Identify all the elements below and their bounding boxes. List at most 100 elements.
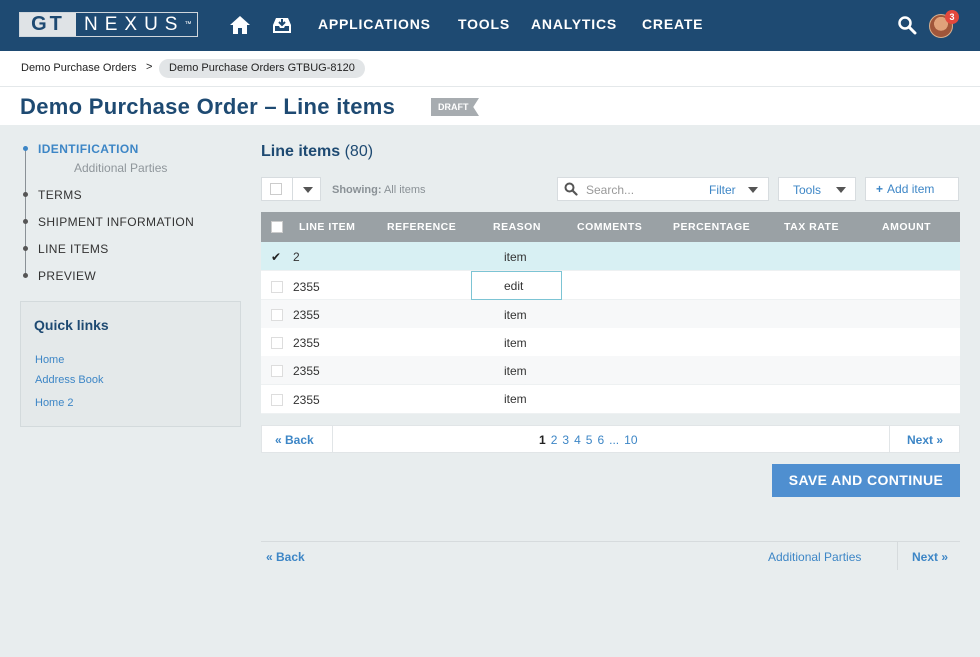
cell-line-item: 2 bbox=[293, 250, 300, 264]
table-row[interactable]: 2355 item bbox=[261, 328, 960, 357]
plus-icon: + bbox=[876, 182, 884, 196]
table-row[interactable]: ✔ 2 item bbox=[261, 242, 960, 271]
logo-nexus-word: NEXUS bbox=[84, 13, 185, 35]
cell-line-item: 2355 bbox=[293, 336, 320, 350]
quick-link-address-book[interactable]: Address Book bbox=[35, 374, 103, 386]
gt-nexus-logo[interactable]: GT NEXUS ™ bbox=[19, 12, 198, 37]
home-icon[interactable] bbox=[229, 14, 251, 36]
step-line-items[interactable]: LINE ITEMS bbox=[38, 242, 109, 256]
cell-line-item: 2355 bbox=[293, 364, 320, 378]
chevron-down-icon[interactable] bbox=[748, 187, 758, 193]
cell-reason: item bbox=[504, 364, 527, 378]
logo-nexus-text: NEXUS ™ bbox=[76, 13, 197, 36]
table-row[interactable]: 2355 edit bbox=[261, 271, 960, 300]
page-3[interactable]: 3 bbox=[562, 433, 569, 447]
status-badge: DRAFT bbox=[431, 98, 479, 116]
column-percentage[interactable]: PERCENTAGE bbox=[673, 221, 750, 233]
step-shipment-information[interactable]: SHIPMENT INFORMATION bbox=[38, 215, 194, 229]
quick-link-home[interactable]: Home bbox=[35, 354, 64, 366]
column-comments[interactable]: COMMENTS bbox=[577, 221, 642, 233]
search-icon[interactable] bbox=[897, 15, 917, 35]
page-4[interactable]: 4 bbox=[574, 433, 581, 447]
showing-value: All items bbox=[383, 184, 426, 196]
page-10[interactable]: 10 bbox=[624, 433, 637, 447]
bulk-select-dropdown[interactable] bbox=[261, 177, 321, 201]
showing-filter-text: Showing: All items bbox=[332, 184, 426, 196]
cell-reason: item bbox=[504, 336, 527, 350]
table-header: LINE ITEM REFERENCE REASON COMMENTS PERC… bbox=[261, 212, 960, 242]
notification-badge[interactable]: 3 bbox=[945, 10, 959, 24]
row-checkbox[interactable] bbox=[271, 281, 283, 293]
row-checkbox[interactable] bbox=[271, 309, 283, 321]
line-items-title: Line items (80) bbox=[261, 143, 373, 161]
reason-edit-input[interactable]: edit bbox=[471, 271, 562, 300]
column-line-item[interactable]: LINE ITEM bbox=[299, 221, 355, 233]
step-dot-shipment bbox=[23, 219, 28, 224]
search-icon bbox=[564, 182, 578, 196]
logo-tm: ™ bbox=[184, 21, 192, 28]
select-all-checkbox[interactable] bbox=[271, 221, 283, 233]
step-terms[interactable]: TERMS bbox=[38, 188, 82, 202]
filter-button[interactable]: Filter bbox=[709, 183, 736, 197]
reason-edit-value: edit bbox=[504, 279, 524, 293]
page-ellipsis[interactable]: ... bbox=[609, 433, 619, 447]
inbox-tray-icon[interactable] bbox=[271, 14, 293, 36]
search-input[interactable]: Search... Filter bbox=[557, 177, 769, 201]
row-checkbox-checked[interactable]: ✔ bbox=[271, 251, 283, 263]
nav-tools[interactable]: TOOLS bbox=[458, 16, 510, 32]
tools-label: Tools bbox=[793, 183, 822, 197]
add-item-button[interactable]: + Add item bbox=[865, 177, 959, 201]
table-row[interactable]: 2355 item bbox=[261, 385, 960, 414]
step-additional-parties[interactable]: Additional Parties bbox=[74, 161, 167, 175]
nav-applications[interactable]: APPLICATIONS bbox=[318, 16, 431, 32]
row-checkbox[interactable] bbox=[271, 394, 283, 406]
nav-create[interactable]: CREATE bbox=[642, 16, 703, 32]
cell-reason: item bbox=[504, 250, 527, 264]
search-placeholder: Search... bbox=[586, 183, 635, 197]
step-identification[interactable]: IDENTIFICATION bbox=[38, 142, 139, 156]
column-tax-rate[interactable]: TAX RATE bbox=[784, 221, 839, 233]
table-row[interactable]: 2355 item bbox=[261, 356, 960, 385]
line-items-label: Line items bbox=[261, 143, 341, 160]
quick-links-title: Quick links bbox=[34, 317, 109, 333]
step-preview[interactable]: PREVIEW bbox=[38, 269, 96, 283]
column-amount[interactable]: AMOUNT bbox=[882, 221, 931, 233]
cell-line-item: 2355 bbox=[293, 280, 320, 294]
page-1[interactable]: 1 bbox=[539, 433, 546, 447]
page-2[interactable]: 2 bbox=[551, 433, 558, 447]
save-and-continue-button[interactable]: SAVE AND CONTINUE bbox=[772, 464, 960, 497]
row-checkbox[interactable] bbox=[271, 365, 283, 377]
pagination-back-link[interactable]: « Back bbox=[275, 433, 314, 447]
pagination: « Back 1 2 3 4 5 6... 10 Next » bbox=[261, 425, 960, 453]
footer-next-link[interactable]: Next » bbox=[912, 550, 948, 564]
row-checkbox[interactable] bbox=[271, 337, 283, 349]
column-reason[interactable]: REASON bbox=[493, 221, 541, 233]
bulk-select-checkbox[interactable] bbox=[270, 183, 282, 195]
logo-gt-text: GT bbox=[20, 13, 76, 36]
column-reference[interactable]: REFERENCE bbox=[387, 221, 456, 233]
quick-link-home-2[interactable]: Home 2 bbox=[35, 397, 74, 409]
page-5[interactable]: 5 bbox=[586, 433, 593, 447]
breadcrumb-current: Demo Purchase Orders GTBUG-8120 bbox=[159, 59, 365, 78]
table-row[interactable]: 2355 item bbox=[261, 300, 960, 329]
step-dot-line-items bbox=[23, 246, 28, 251]
pagination-next-link[interactable]: Next » bbox=[907, 433, 943, 447]
chevron-down-icon[interactable] bbox=[303, 187, 313, 193]
cell-line-item: 2355 bbox=[293, 393, 320, 407]
breadcrumb-separator: > bbox=[146, 61, 153, 73]
breadcrumb-parent-link[interactable]: Demo Purchase Orders bbox=[21, 62, 137, 74]
pagination-divider bbox=[889, 426, 890, 452]
steps-timeline-line bbox=[25, 148, 26, 275]
nav-analytics[interactable]: ANALYTICS bbox=[531, 16, 617, 32]
footer-back-link[interactable]: « Back bbox=[266, 550, 305, 564]
pagination-divider bbox=[332, 426, 333, 452]
line-items-count: (80) bbox=[344, 143, 374, 160]
footer-next-step-label[interactable]: Additional Parties bbox=[768, 550, 861, 564]
page-6[interactable]: 6 bbox=[597, 433, 604, 447]
cell-line-item: 2355 bbox=[293, 308, 320, 322]
cell-reason: item bbox=[504, 392, 527, 406]
tools-button[interactable]: Tools bbox=[778, 177, 856, 201]
page-number-list: 1 2 3 4 5 6... 10 bbox=[539, 433, 643, 447]
footer-separator bbox=[897, 542, 898, 570]
bulk-select-divider bbox=[292, 178, 293, 200]
